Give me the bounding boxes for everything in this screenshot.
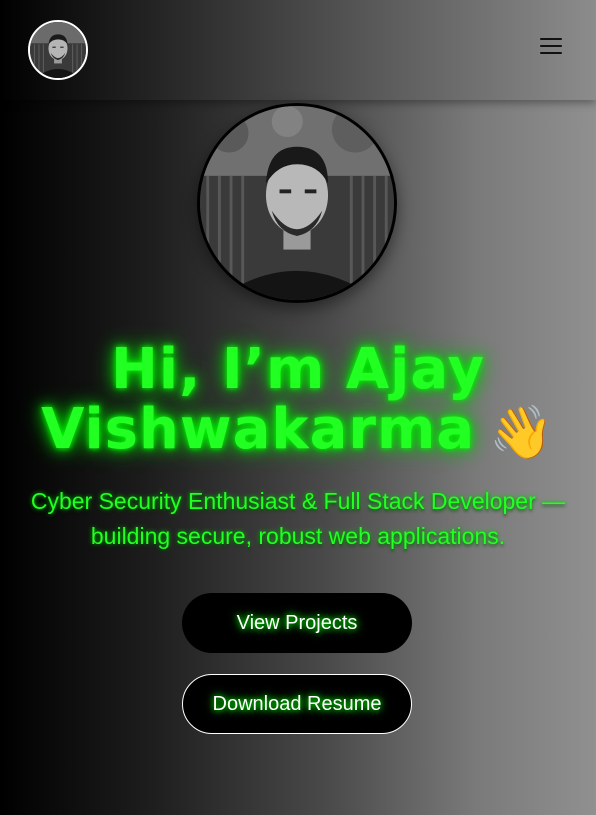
hero-title-line2: Vishwakarma: [41, 397, 476, 462]
view-projects-button[interactable]: View Projects: [182, 593, 412, 653]
hero-profile-avatar: [197, 103, 397, 303]
menu-line: [540, 52, 562, 54]
hamburger-menu-icon[interactable]: [538, 35, 564, 57]
hero-title-line1: Hi, I’m Ajay: [111, 337, 485, 402]
download-resume-button[interactable]: Download Resume: [182, 674, 412, 734]
waving-hand-icon: 👋: [489, 402, 555, 463]
menu-line: [540, 38, 562, 40]
profile-photo-icon: [30, 22, 86, 78]
nav-profile-avatar[interactable]: [28, 20, 88, 80]
profile-photo-icon: [200, 106, 394, 300]
hero-subtitle: Cyber Security Enthusiast & Full Stack D…: [30, 488, 566, 549]
menu-line: [540, 45, 562, 47]
hero-title: Hi, I’m Ajay Vishwakarma 👋: [0, 340, 596, 463]
navbar: [0, 0, 596, 100]
hero-title-line2-wrap: Vishwakarma 👋: [0, 400, 596, 463]
